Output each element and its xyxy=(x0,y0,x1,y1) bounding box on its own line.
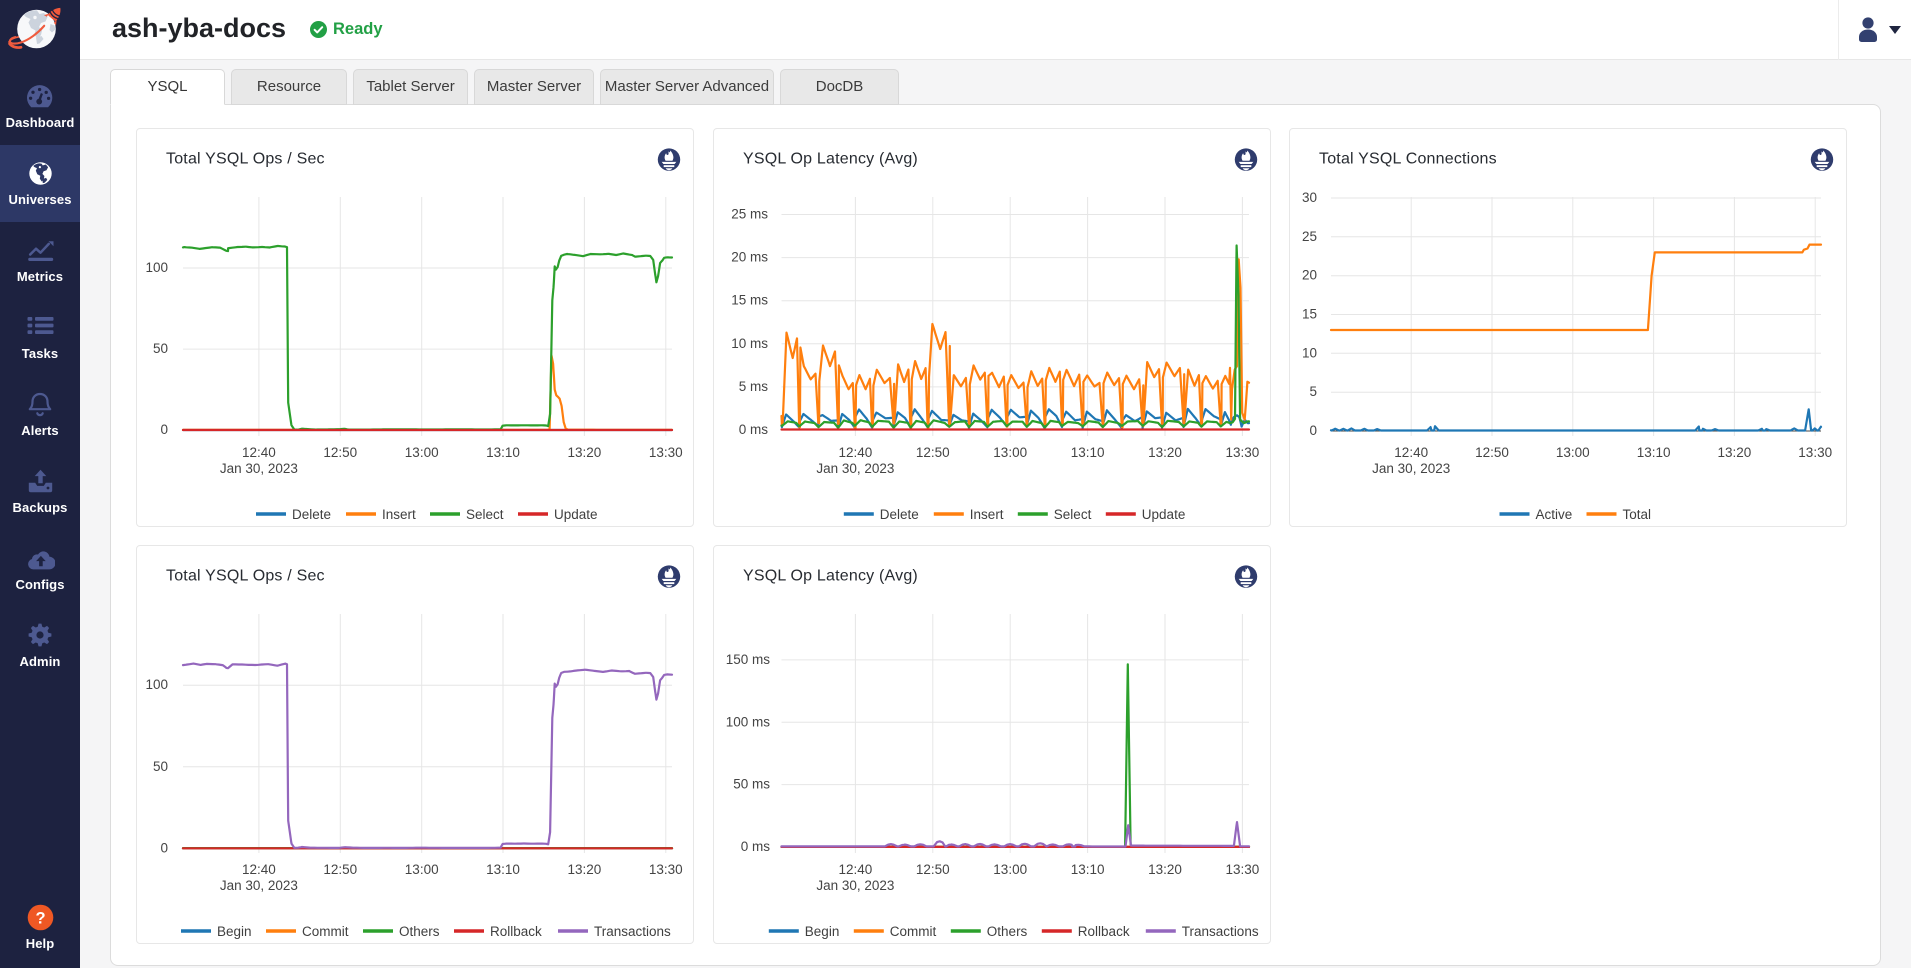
svg-text:13:00: 13:00 xyxy=(405,862,439,877)
svg-text:12:40: 12:40 xyxy=(242,862,276,877)
svg-text:100: 100 xyxy=(145,677,168,692)
svg-text:15: 15 xyxy=(1302,307,1317,322)
svg-text:13:10: 13:10 xyxy=(1071,862,1105,877)
svg-text:Total YSQL Connections: Total YSQL Connections xyxy=(1319,151,1497,168)
svg-text:0: 0 xyxy=(1309,423,1317,438)
svg-text:0 ms: 0 ms xyxy=(739,422,769,437)
svg-text:13:30: 13:30 xyxy=(1798,445,1832,460)
svg-text:Delete: Delete xyxy=(292,507,331,522)
svg-text:12:50: 12:50 xyxy=(916,862,950,877)
svg-text:Insert: Insert xyxy=(970,507,1004,522)
svg-text:30: 30 xyxy=(1302,190,1317,205)
svg-text:Transactions: Transactions xyxy=(594,924,671,939)
svg-text:0 ms: 0 ms xyxy=(741,839,771,854)
svg-text:12:40: 12:40 xyxy=(839,862,873,877)
svg-text:Others: Others xyxy=(987,924,1028,939)
svg-text:20 ms: 20 ms xyxy=(731,250,768,265)
svg-text:YSQL Op Latency (Avg): YSQL Op Latency (Avg) xyxy=(743,568,918,585)
svg-text:13:10: 13:10 xyxy=(1637,445,1671,460)
svg-text:10: 10 xyxy=(1302,345,1317,360)
svg-text:Jan 30, 2023: Jan 30, 2023 xyxy=(816,878,894,893)
svg-text:13:20: 13:20 xyxy=(1148,862,1182,877)
svg-text:Jan 30, 2023: Jan 30, 2023 xyxy=(816,461,894,476)
svg-text:13:20: 13:20 xyxy=(568,445,602,460)
svg-text:Jan 30, 2023: Jan 30, 2023 xyxy=(220,461,298,476)
svg-text:?: ? xyxy=(35,909,45,927)
svg-text:Insert: Insert xyxy=(382,507,416,522)
svg-text:25 ms: 25 ms xyxy=(731,207,768,222)
svg-text:25: 25 xyxy=(1302,229,1317,244)
svg-text:Transactions: Transactions xyxy=(1182,924,1259,939)
svg-text:12:40: 12:40 xyxy=(242,445,276,460)
svg-text:13:10: 13:10 xyxy=(486,445,520,460)
svg-text:Update: Update xyxy=(1142,507,1186,522)
svg-text:Others: Others xyxy=(399,924,440,939)
svg-text:13:20: 13:20 xyxy=(568,862,602,877)
svg-text:Total YSQL Ops / Sec: Total YSQL Ops / Sec xyxy=(166,568,325,585)
svg-text:13:20: 13:20 xyxy=(1148,445,1182,460)
svg-text:Rollback: Rollback xyxy=(1078,924,1130,939)
svg-text:50: 50 xyxy=(153,341,168,356)
svg-text:Total YSQL Ops / Sec: Total YSQL Ops / Sec xyxy=(166,151,325,168)
svg-text:Rollback: Rollback xyxy=(490,924,542,939)
svg-text:Commit: Commit xyxy=(890,924,937,939)
svg-text:100: 100 xyxy=(145,260,168,275)
svg-text:13:10: 13:10 xyxy=(486,862,520,877)
svg-text:Begin: Begin xyxy=(217,924,252,939)
svg-text:13:10: 13:10 xyxy=(1071,445,1105,460)
svg-text:13:00: 13:00 xyxy=(405,445,439,460)
svg-text:Select: Select xyxy=(1054,507,1092,522)
svg-text:150 ms: 150 ms xyxy=(726,652,771,667)
svg-text:Begin: Begin xyxy=(805,924,840,939)
svg-text:13:00: 13:00 xyxy=(993,445,1027,460)
svg-text:Active: Active xyxy=(1536,507,1573,522)
svg-text:0: 0 xyxy=(160,422,168,437)
svg-text:12:40: 12:40 xyxy=(1394,445,1428,460)
svg-text:13:30: 13:30 xyxy=(1226,445,1260,460)
svg-text:50 ms: 50 ms xyxy=(733,777,770,792)
svg-text:13:00: 13:00 xyxy=(993,862,1027,877)
svg-text:Jan 30, 2023: Jan 30, 2023 xyxy=(1372,461,1450,476)
svg-text:13:00: 13:00 xyxy=(1556,445,1590,460)
svg-text:0: 0 xyxy=(160,841,168,856)
svg-text:13:30: 13:30 xyxy=(649,445,683,460)
svg-text:12:50: 12:50 xyxy=(1475,445,1509,460)
svg-text:13:20: 13:20 xyxy=(1718,445,1752,460)
svg-text:YSQL Op Latency (Avg): YSQL Op Latency (Avg) xyxy=(743,151,918,168)
svg-text:12:50: 12:50 xyxy=(916,445,950,460)
svg-text:Jan 30, 2023: Jan 30, 2023 xyxy=(220,878,298,893)
svg-text:15 ms: 15 ms xyxy=(731,293,768,308)
svg-text:Commit: Commit xyxy=(302,924,349,939)
svg-text:20: 20 xyxy=(1302,268,1317,283)
svg-text:Total: Total xyxy=(1623,507,1652,522)
svg-text:5 ms: 5 ms xyxy=(739,379,769,394)
svg-text:13:30: 13:30 xyxy=(1226,862,1260,877)
svg-text:12:40: 12:40 xyxy=(839,445,873,460)
svg-text:Update: Update xyxy=(554,507,598,522)
svg-text:Delete: Delete xyxy=(880,507,919,522)
svg-text:50: 50 xyxy=(153,759,168,774)
svg-text:10 ms: 10 ms xyxy=(731,336,768,351)
svg-text:Select: Select xyxy=(466,507,504,522)
svg-text:100 ms: 100 ms xyxy=(726,714,771,729)
svg-text:12:50: 12:50 xyxy=(323,445,357,460)
svg-text:13:30: 13:30 xyxy=(649,862,683,877)
svg-text:12:50: 12:50 xyxy=(323,862,357,877)
svg-text:5: 5 xyxy=(1309,384,1317,399)
